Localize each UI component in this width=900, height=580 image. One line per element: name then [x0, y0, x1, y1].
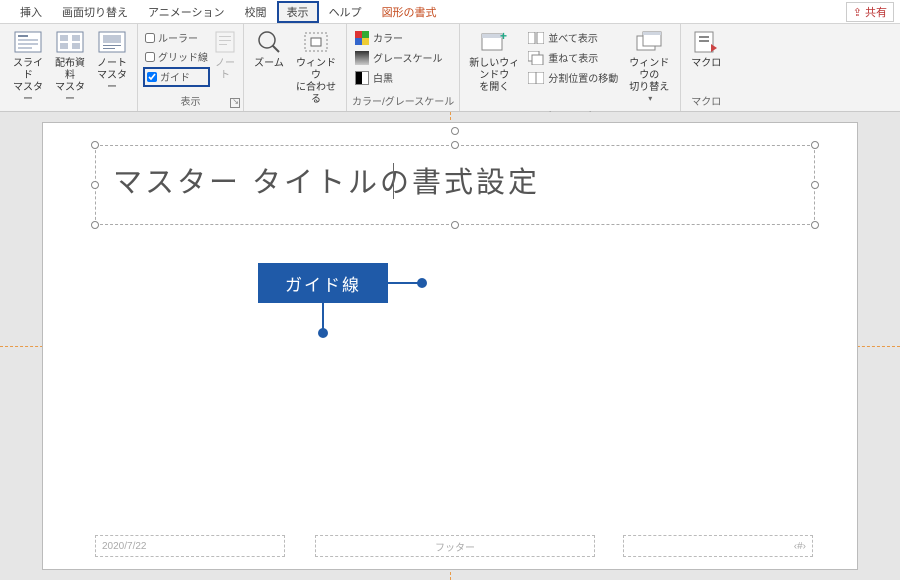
bw-icon [355, 71, 369, 85]
handout-master-icon [55, 29, 85, 55]
cascade-button[interactable]: 重ねて表示 [525, 49, 621, 66]
handle-se[interactable] [811, 221, 819, 229]
handle-n[interactable] [451, 141, 459, 149]
handle-s[interactable] [451, 221, 459, 229]
color-icon [355, 31, 369, 45]
macros-button[interactable]: マクロ [686, 27, 726, 72]
arrange-all-button[interactable]: 並べて表示 [525, 29, 621, 46]
rotate-handle[interactable] [451, 127, 459, 135]
slide-master-icon [13, 29, 43, 55]
group-label-show: 表示 [143, 91, 238, 111]
handout-master-button[interactable]: 配布資料 マスター [50, 27, 90, 108]
fit-window-icon [301, 29, 331, 55]
menu-shape-format[interactable]: 図形の書式 [372, 1, 447, 23]
slide-master-button[interactable]: スライド マスター [8, 27, 48, 108]
notes-button: ノー ト [212, 27, 238, 84]
handle-nw[interactable] [91, 141, 99, 149]
notes-icon [210, 29, 240, 55]
footer-placeholder[interactable]: フッター [315, 535, 595, 557]
ribbon: スライド マスター 配布資料 マスター ノート マスター マスター表示 ルーラー… [0, 24, 900, 112]
move-split-icon [528, 72, 544, 84]
switch-windows-button[interactable]: ウィンドウの 切り替え [623, 27, 675, 106]
new-window-icon: + [479, 29, 509, 55]
zoom-button[interactable]: ズーム [249, 27, 289, 72]
handle-w[interactable] [91, 181, 99, 189]
new-window-label: 新しいウィンドウ を開く [467, 58, 521, 94]
menu-view[interactable]: 表示 [277, 1, 319, 23]
date-placeholder[interactable]: 2020/7/22 [95, 535, 285, 557]
move-split-button[interactable]: 分割位置の移動 [525, 69, 621, 86]
handle-sw[interactable] [91, 221, 99, 229]
arrange-icon [528, 32, 544, 44]
show-launcher[interactable]: ↘ [230, 98, 240, 108]
notes-master-button[interactable]: ノート マスター [92, 27, 132, 96]
macros-label: マクロ [691, 58, 721, 70]
notes-label: ノー ト [215, 58, 235, 82]
group-macros: マクロ マクロ [681, 24, 731, 111]
notes-master-label: ノート マスター [94, 58, 130, 94]
menubar: 挿入 画面切り替え アニメーション 校閲 表示 ヘルプ 図形の書式 ⇪ 共有 [0, 0, 900, 24]
callout-connector-v [322, 303, 324, 331]
group-zoom: ズーム ウィンドウ に合わせる ズーム [244, 24, 347, 111]
bw-button[interactable]: 白黒 [352, 69, 446, 86]
slide[interactable]: マスター タイトルの書式設定 ガイド線 2020/7/22 フッター ‹#› [42, 122, 858, 570]
switch-windows-icon [634, 29, 664, 55]
svg-text:+: + [500, 30, 507, 43]
cascade-icon [528, 51, 544, 65]
notes-master-icon [97, 29, 127, 55]
callout-dot-bottom [318, 328, 328, 338]
share-label: 共有 [865, 7, 887, 19]
group-show: ルーラー グリッド線 ガイド ノー ト 表示 ↘ [138, 24, 244, 111]
group-master-views: スライド マスター 配布資料 マスター ノート マスター マスター表示 [0, 24, 138, 111]
menu-help[interactable]: ヘルプ [319, 1, 372, 23]
grayscale-icon [355, 51, 369, 65]
menu-transitions[interactable]: 画面切り替え [52, 1, 138, 23]
handle-ne[interactable] [811, 141, 819, 149]
text-cursor [393, 163, 394, 199]
group-label-color: カラー/グレースケール [352, 91, 454, 111]
slide-master-label: スライド マスター [10, 58, 46, 106]
gridlines-checkbox[interactable]: グリッド線 [143, 48, 210, 65]
callout-connector-h [388, 282, 420, 284]
fit-window-button[interactable]: ウィンドウ に合わせる [291, 27, 341, 108]
menu-review[interactable]: 校閲 [235, 1, 277, 23]
handout-master-label: 配布資料 マスター [52, 58, 88, 106]
group-window: + 新しいウィンドウ を開く 並べて表示 重ねて表示 分割位置の移動 [460, 24, 681, 111]
slidenum-placeholder[interactable]: ‹#› [623, 535, 813, 557]
title-text[interactable]: マスター タイトルの書式設定 [113, 159, 540, 201]
macros-icon [691, 29, 721, 55]
zoom-icon [254, 29, 284, 55]
guides-checkbox[interactable]: ガイド [143, 67, 210, 87]
canvas-area[interactable]: マスター タイトルの書式設定 ガイド線 2020/7/22 フッター ‹#› [0, 112, 900, 580]
color-button[interactable]: カラー [352, 29, 446, 46]
group-color: カラー グレースケール 白黒 カラー/グレースケール [347, 24, 460, 111]
menu-insert[interactable]: 挿入 [10, 1, 52, 23]
fit-label: ウィンドウ に合わせる [293, 58, 339, 106]
group-label-macros: マクロ [686, 91, 726, 111]
switch-label: ウィンドウの 切り替え [625, 58, 673, 94]
ruler-checkbox[interactable]: ルーラー [143, 29, 210, 46]
callout-shape[interactable]: ガイド線 [258, 263, 388, 303]
menu-animations[interactable]: アニメーション [138, 1, 235, 23]
callout-text: ガイド線 [285, 271, 361, 296]
share-button[interactable]: ⇪ 共有 [846, 2, 894, 22]
grayscale-button[interactable]: グレースケール [352, 49, 446, 66]
handle-e[interactable] [811, 181, 819, 189]
zoom-label: ズーム [254, 58, 284, 70]
callout-dot-right [417, 278, 427, 288]
new-window-button[interactable]: + 新しいウィンドウ を開く [465, 27, 523, 96]
